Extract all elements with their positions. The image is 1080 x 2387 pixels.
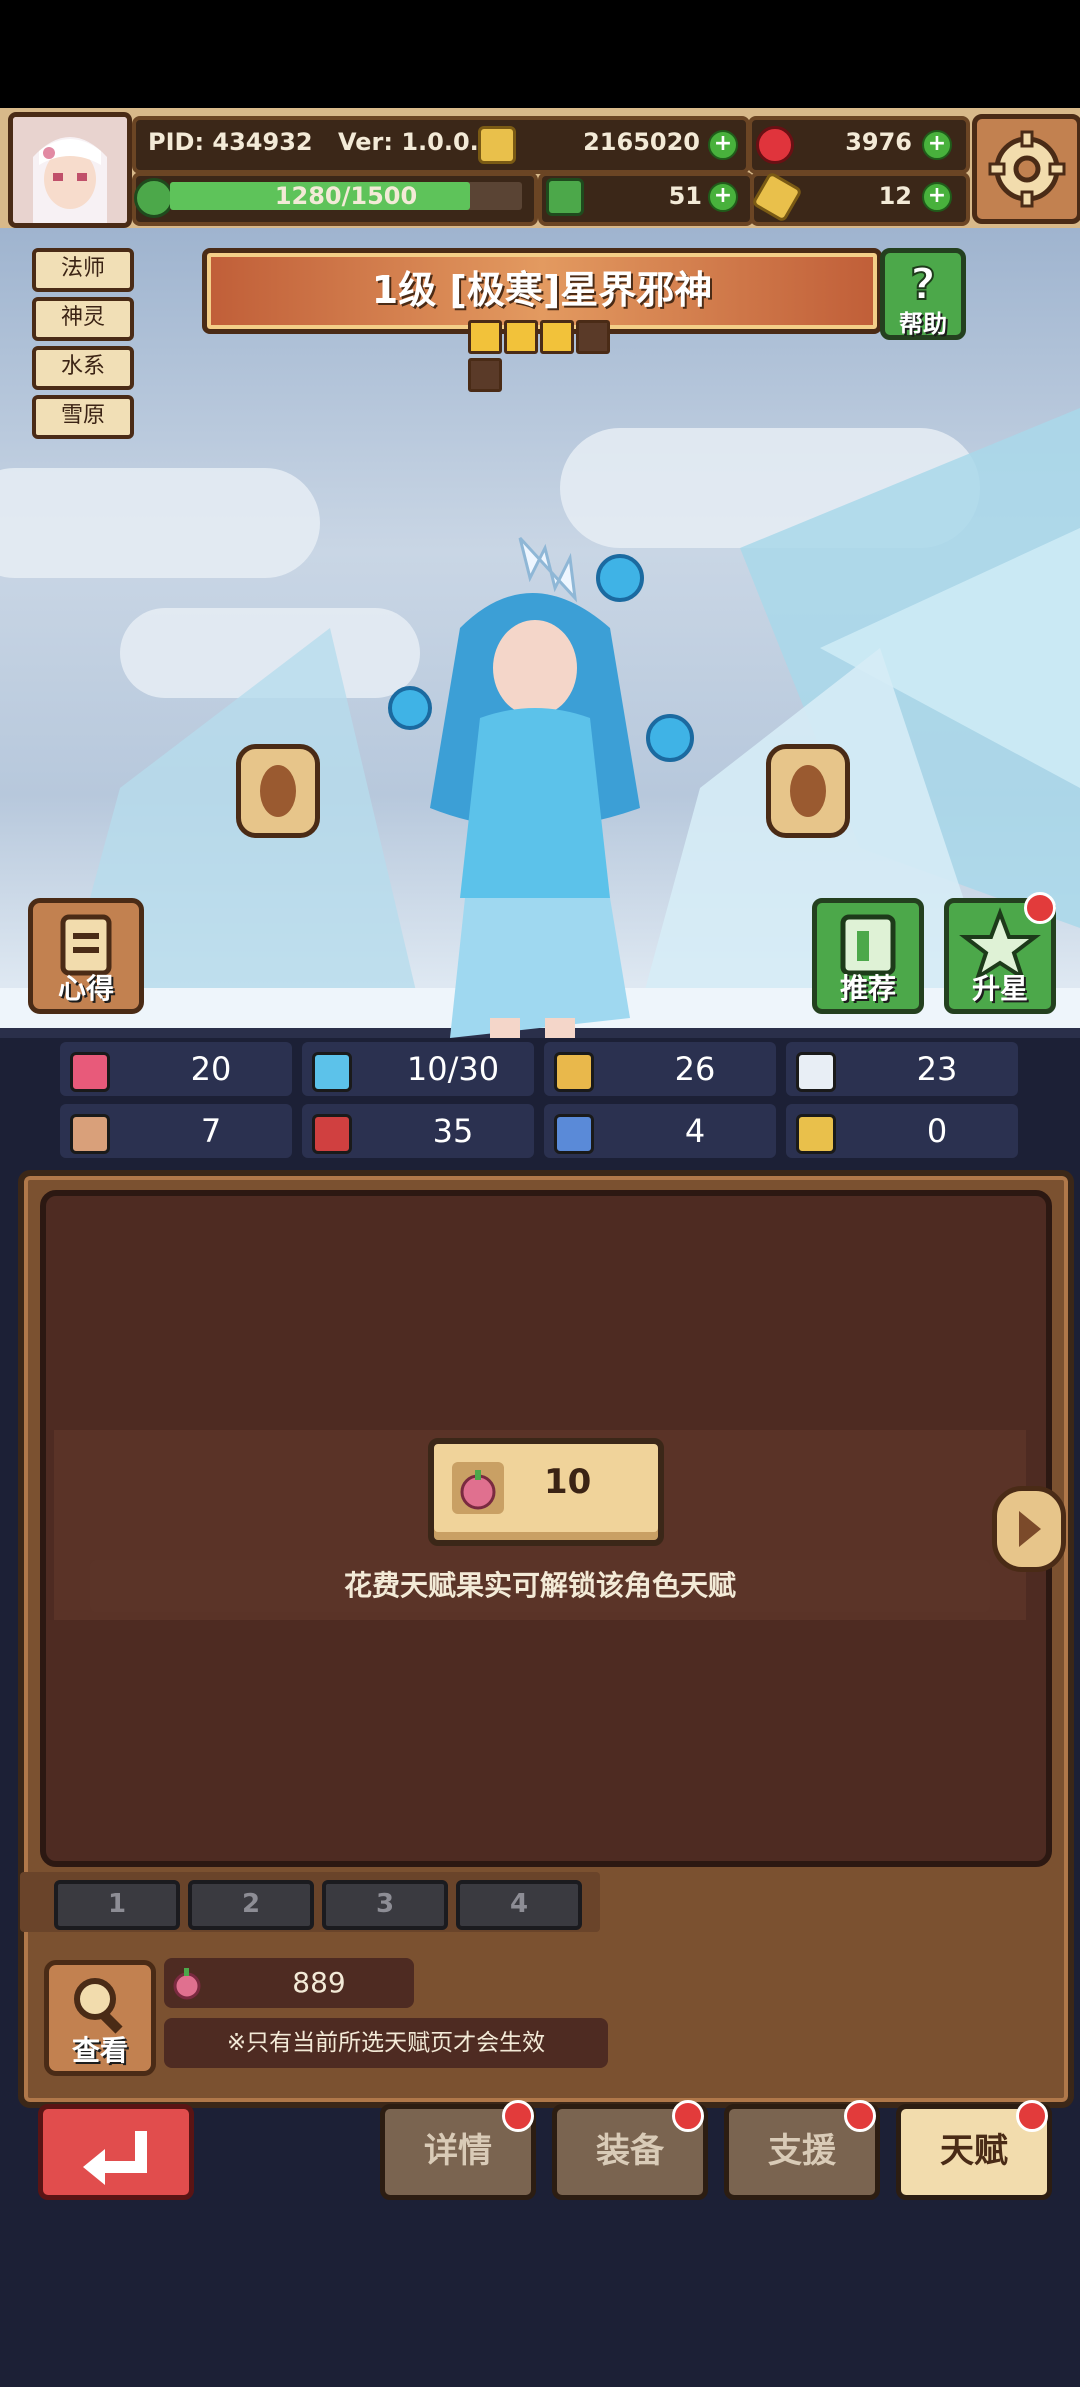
next-panel-button[interactable] <box>992 1486 1066 1572</box>
insight-button[interactable]: 心得 <box>28 898 144 1014</box>
stat-value: 10/30 <box>406 1050 500 1088</box>
stat-fist: 7 <box>60 1104 292 1158</box>
clover-amount: 51 <box>668 182 702 210</box>
insight-label: 心得 <box>57 972 114 1005</box>
stat-spellbook: 35 <box>302 1104 534 1158</box>
support-notification-dot <box>844 2100 876 2132</box>
stat-value: 26 <box>674 1050 716 1088</box>
element-tag: 水系 <box>32 346 134 390</box>
filled-star-icon <box>504 320 538 354</box>
fist-icon <box>70 1114 110 1154</box>
shield-icon <box>554 1052 594 1092</box>
stat-value: 4 <box>684 1112 706 1150</box>
boot-icon <box>554 1114 594 1154</box>
talent-notification-dot <box>1016 2100 1048 2132</box>
gold-coin-icon <box>478 126 516 164</box>
terrain-tag: 雪原 <box>32 395 134 439</box>
talent-fruit-icon <box>452 1462 504 1514</box>
settings-button[interactable] <box>972 114 1080 224</box>
clover-icon <box>134 178 174 218</box>
class-tag: 法师 <box>32 248 134 292</box>
details-notification-dot <box>502 2100 534 2132</box>
stat-wing: 23 <box>786 1042 1018 1096</box>
prev-hero-button[interactable] <box>236 744 320 838</box>
stat-value: 20 <box>190 1050 232 1088</box>
next-hero-button[interactable] <box>766 744 850 838</box>
stat-heart: 20 <box>60 1042 292 1096</box>
talent-fruit-icon <box>173 1968 201 2000</box>
unlock-talent-button[interactable]: 10 <box>428 1438 664 1546</box>
player-id: PID: 434932 <box>148 128 313 156</box>
fruit-balance: 889 <box>164 1958 414 2008</box>
stat-value: 0 <box>926 1112 948 1150</box>
help-label: 帮助 <box>899 310 947 338</box>
star-rating <box>468 320 618 392</box>
coin-shield-icon <box>790 765 826 817</box>
help-button[interactable]: ? 帮助 <box>880 248 966 340</box>
return-arrow-icon <box>83 2131 147 2185</box>
system-status-bar <box>0 0 1080 108</box>
avatar-portrait-icon <box>13 117 127 223</box>
heart-icon <box>70 1052 110 1092</box>
stat-value: 35 <box>432 1112 474 1150</box>
race-tag: 神灵 <box>32 297 134 341</box>
feather-amount: 12 <box>878 182 912 210</box>
horseshoe-icon <box>796 1114 836 1154</box>
leaf-token-icon <box>546 178 584 216</box>
view-label: 查看 <box>71 2034 128 2067</box>
talent-page-tab-1[interactable]: 1 <box>54 1880 180 1930</box>
stat-mana-drop: 10/30 <box>302 1042 534 1096</box>
fruit-count: 889 <box>292 1966 346 1999</box>
recommend-button[interactable]: 推荐 <box>812 898 924 1014</box>
filled-star-icon <box>468 320 502 354</box>
exp-text: 1280/1500 <box>274 182 418 210</box>
hero-title: 1级 [极寒]星界邪神 <box>371 268 713 312</box>
add-gem-button[interactable]: + <box>922 130 952 160</box>
spellbook-icon <box>312 1114 352 1154</box>
view-button[interactable]: 查看 <box>44 1960 156 2076</box>
talent-page-tab-2[interactable]: 2 <box>188 1880 314 1930</box>
gold-amount: 2165020 <box>583 128 700 156</box>
svg-text:?: ? <box>910 259 936 310</box>
recommend-label: 推荐 <box>839 972 896 1005</box>
hero-sprite <box>388 536 694 1038</box>
back-button[interactable] <box>38 2104 194 2200</box>
mana-drop-icon <box>312 1052 352 1092</box>
stat-shield: 26 <box>544 1042 776 1096</box>
add-gold-button[interactable]: + <box>708 130 738 160</box>
wing-icon <box>796 1052 836 1092</box>
star-up-label: 升星 <box>971 972 1028 1005</box>
talent-page-tab-4[interactable]: 4 <box>456 1880 582 1930</box>
empty-star-icon <box>468 358 502 392</box>
coin-shield-icon <box>260 765 296 817</box>
stat-value: 7 <box>200 1112 222 1150</box>
red-gem-icon <box>756 126 794 164</box>
add-feather-button[interactable]: + <box>922 182 952 212</box>
player-avatar[interactable] <box>8 112 132 228</box>
add-clover-button[interactable]: + <box>708 182 738 212</box>
unlock-cost: 10 <box>544 1462 592 1502</box>
equipment-notification-dot <box>672 2100 704 2132</box>
gem-amount: 3976 <box>845 128 912 156</box>
stat-horseshoe: 0 <box>786 1104 1018 1158</box>
chevron-right-icon <box>1019 1511 1041 1547</box>
gear-icon <box>988 130 1066 208</box>
stat-boot: 4 <box>544 1104 776 1158</box>
talent-page-note: ※只有当前所选天赋页才会生效 <box>164 2018 608 2068</box>
talent-page-tab-3[interactable]: 3 <box>322 1880 448 1930</box>
stat-value: 23 <box>916 1050 958 1088</box>
empty-star-icon <box>576 320 610 354</box>
star-up-notification-dot <box>1024 892 1056 924</box>
talent-description: 花费天赋果实可解锁该角色天赋 <box>90 1560 990 1612</box>
game-version: Ver: 1.0.0.8 <box>338 128 496 156</box>
filled-star-icon <box>540 320 574 354</box>
